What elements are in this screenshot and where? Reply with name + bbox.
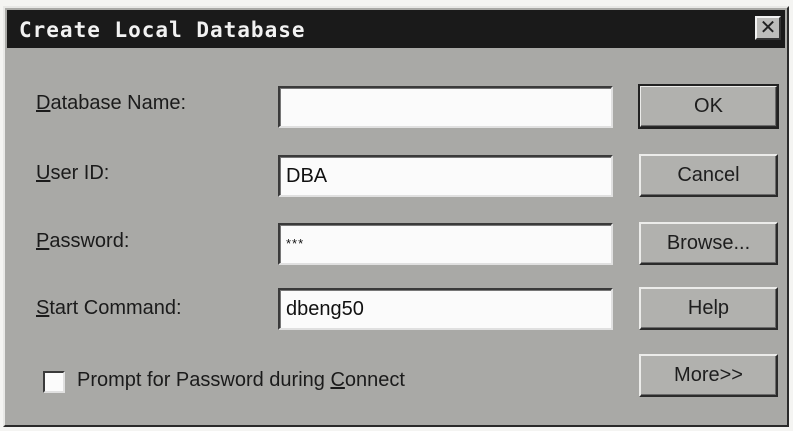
cancel-button[interactable]: Cancel [639, 154, 778, 197]
help-button[interactable]: Help [639, 287, 778, 330]
prompt-password-checkbox[interactable] [43, 371, 65, 393]
browse-button[interactable]: Browse... [639, 222, 778, 265]
close-button[interactable]: ✕ [755, 16, 781, 40]
start-command-field[interactable]: dbeng50 [278, 288, 613, 330]
user-id-field[interactable]: DBA [278, 155, 613, 197]
database-name-field[interactable] [278, 86, 613, 128]
database-name-label: Database Name: [36, 92, 187, 114]
create-local-database-dialog: Create Local Database ✕ Database Name: U… [3, 6, 789, 427]
title-bar[interactable]: Create Local Database ✕ [7, 10, 785, 48]
password-field[interactable]: *** [278, 223, 613, 265]
prompt-password-label[interactable]: Prompt for Password during Connect [77, 369, 405, 392]
user-id-label: User ID: [36, 162, 110, 184]
password-label: Password: [36, 230, 130, 252]
dialog-title: Create Local Database [19, 18, 306, 42]
ok-button[interactable]: OK [638, 84, 779, 129]
close-icon: ✕ [759, 15, 777, 39]
start-command-label: Start Command: [36, 297, 182, 319]
more-button[interactable]: More>> [639, 354, 778, 397]
